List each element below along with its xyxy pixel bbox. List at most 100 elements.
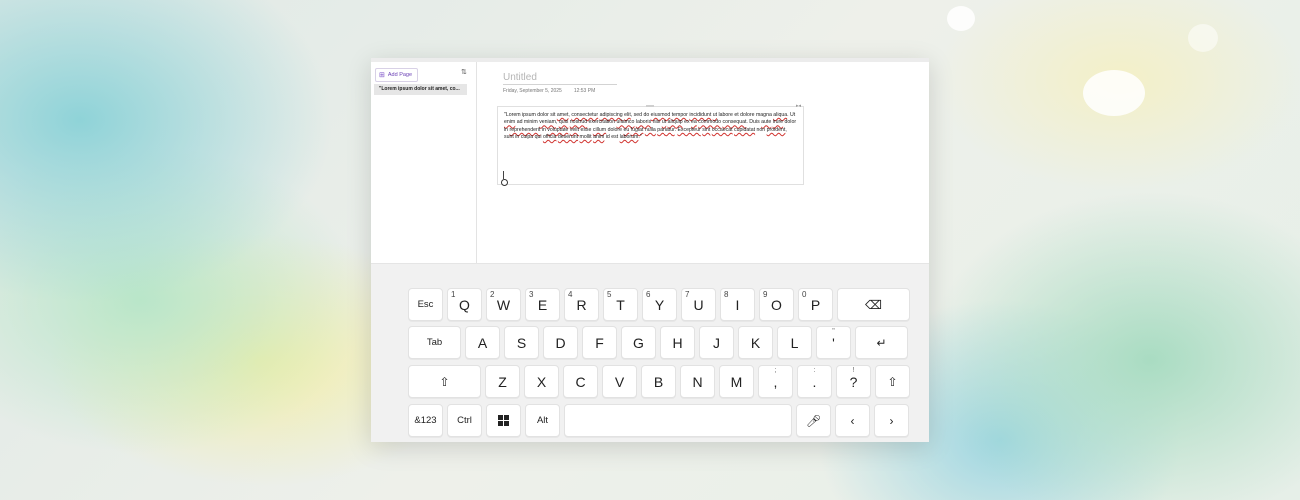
key-d[interactable]: D [543,326,578,359]
misspelled-word[interactable]: velit [570,127,579,133]
key-right-arrow[interactable]: › [874,404,909,437]
misspelled-word[interactable]: aute [761,119,771,125]
key-comma[interactable]: ;, [758,365,793,398]
key-v[interactable]: V [602,365,637,398]
key-windows[interactable] [486,404,521,437]
key-backspace[interactable]: ⌫ [837,288,910,321]
misspelled-word[interactable]: commodo [698,119,721,125]
key-o[interactable]: 9O [759,288,794,321]
key-f[interactable]: F [582,326,617,359]
misspelled-word[interactable]: elit [624,112,631,118]
misspelled-word[interactable]: cupidatat [734,127,755,133]
misspelled-word[interactable]: consectetur [571,112,598,118]
misspelled-word[interactable]: laboris [636,119,651,125]
page-title[interactable]: Untitled [503,72,617,85]
container-drag-handle[interactable] [646,105,654,107]
misspelled-word[interactable]: enim [504,119,515,125]
misspelled-word[interactable]: ut [662,119,666,125]
key-enter[interactable]: ↵ [855,326,908,359]
misspelled-word[interactable]: eiusmod [651,112,671,118]
note-container[interactable]: ▸◂ "Lorem ipsum dolor sit amet, consecte… [497,103,804,186]
key-t[interactable]: 5T [603,288,638,321]
misspelled-word[interactable]: veniam [539,119,556,125]
key-x[interactable]: X [524,365,559,398]
key-question[interactable]: !? [836,365,871,398]
key-space[interactable] [564,404,792,437]
key-m[interactable]: M [719,365,754,398]
misspelled-word[interactable]: tempor [672,112,688,118]
key-b[interactable]: B [641,365,676,398]
misspelled-word[interactable]: cillum [593,127,606,133]
container-options-icon[interactable]: ▸◂ [796,103,801,109]
misspelled-word[interactable]: aliquip [668,119,683,125]
key-number-hint: 8 [724,290,729,299]
misspelled-word[interactable]: ut [713,112,717,118]
misspelled-word[interactable]: mollit [580,134,592,140]
key-n[interactable]: N [680,365,715,398]
misspelled-word[interactable]: proident [767,127,786,133]
page-list-item[interactable]: "Lorem ipsum dolor sit amet, co... [374,84,467,95]
key-ctrl[interactable]: Ctrl [447,404,482,437]
misspelled-word[interactable]: reprehenderit [509,127,540,133]
key-q[interactable]: 1Q [447,288,482,321]
key-z[interactable]: Z [485,365,520,398]
key-e[interactable]: 3E [525,288,560,321]
misspelled-word[interactable]: incididunt [689,112,711,118]
misspelled-word[interactable]: ea [691,119,697,125]
misspelled-word[interactable]: occaecat [712,127,733,133]
key-shift-hint: ! [852,367,855,374]
key-shift-left[interactable]: ⇧ [408,365,481,398]
misspelled-word[interactable]: anim [593,134,604,140]
page-canvas[interactable]: Untitled Friday, September 5, 2025 12:53… [477,62,929,263]
key-s[interactable]: S [504,326,539,359]
key-r[interactable]: 4R [564,288,599,321]
misspelled-word[interactable]: sint [702,127,710,133]
misspelled-word[interactable]: quis [559,119,569,125]
key-esc[interactable]: Esc [408,288,443,321]
misspelled-word[interactable]: nulla [645,127,656,133]
misspelled-word[interactable]: irure [773,119,783,125]
misspelled-word[interactable]: consequat [722,119,746,125]
key-label: Alt [536,415,549,426]
key-c[interactable]: C [563,365,598,398]
misspelled-word[interactable]: aliqua [773,112,787,118]
add-page-button[interactable]: ⊞ Add Page [375,68,419,82]
misspelled-word[interactable]: officia [543,134,556,140]
key-u[interactable]: 7U [681,288,716,321]
misspelled-word[interactable]: amet [557,112,569,118]
misspelled-word[interactable]: ullamco [617,119,635,125]
key-symbols[interactable]: &123 [408,404,443,437]
shift-icon: ⇧ [439,374,450,389]
misspelled-word[interactable]: Excepteur [677,127,700,133]
key-label: Z [498,373,507,390]
key-p[interactable]: 0P [798,288,833,321]
key-left-arrow[interactable]: ‹ [835,404,870,437]
misspelled-word[interactable]: voluptate [547,127,568,133]
key-g[interactable]: G [621,326,656,359]
misspelled-word[interactable]: pariatur [657,127,674,133]
misspelled-word[interactable]: nostrud [570,119,587,125]
note-text[interactable]: "Lorem ipsum dolor sit amet, consectetur… [504,112,797,142]
key-w[interactable]: 2W [486,288,521,321]
key-h[interactable]: H [660,326,695,359]
cursor-handle[interactable] [501,179,508,186]
key-alt[interactable]: Alt [525,404,560,437]
key-j[interactable]: J [699,326,734,359]
key-apostrophe[interactable]: " ' [816,326,851,359]
key-k[interactable]: K [738,326,773,359]
sort-icon[interactable]: ⇅ [461,68,467,76]
misspelled-word[interactable]: adipiscing [600,112,623,118]
misspelled-word[interactable]: laborum [620,134,639,140]
key-a[interactable]: A [465,326,500,359]
key-l[interactable]: L [777,326,812,359]
key-tab[interactable]: Tab [408,326,461,359]
key-shift-right[interactable]: ⇧ [875,365,910,398]
misspelled-word[interactable]: fugiat [631,127,644,133]
key-label: W [496,296,511,313]
key-y[interactable]: 6Y [642,288,677,321]
key-microphone[interactable]: 🎤︎ [796,404,831,437]
misspelled-word[interactable]: deserunt [558,134,578,140]
key-period[interactable]: :. [797,365,832,398]
key-i[interactable]: 8I [720,288,755,321]
misspelled-word[interactable]: eu [623,127,629,133]
